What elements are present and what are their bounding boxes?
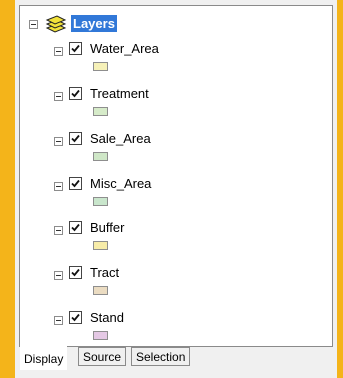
- layer-buffer[interactable]: Buffer: [20, 219, 332, 263]
- layer-label[interactable]: Misc_Area: [90, 175, 151, 192]
- collapse-icon[interactable]: [54, 92, 63, 101]
- visibility-checkbox[interactable]: [69, 221, 82, 234]
- layer-label[interactable]: Treatment: [90, 85, 149, 102]
- collapse-icon[interactable]: [54, 271, 63, 280]
- layer-label[interactable]: Water_Area: [90, 40, 159, 57]
- tab-display[interactable]: Display: [20, 346, 68, 370]
- visibility-checkbox[interactable]: [69, 266, 82, 279]
- collapse-layers-icon[interactable]: [29, 20, 38, 29]
- layers-icon: [45, 15, 67, 33]
- layer-label[interactable]: Tract: [90, 264, 119, 281]
- symbol-swatch[interactable]: [93, 286, 108, 295]
- layer-tree[interactable]: Layers Water_Area Treatment Sale_Area Mi…: [19, 5, 333, 347]
- visibility-checkbox[interactable]: [69, 177, 82, 190]
- layer-misc-area[interactable]: Misc_Area: [20, 175, 332, 219]
- symbol-swatch[interactable]: [93, 62, 108, 71]
- visibility-checkbox[interactable]: [69, 42, 82, 55]
- collapse-icon[interactable]: [54, 137, 63, 146]
- toc-tab-bar: Display Source Selection: [15, 346, 337, 370]
- layer-water-area[interactable]: Water_Area: [20, 40, 332, 84]
- layer-sale-area[interactable]: Sale_Area: [20, 130, 332, 174]
- layers-root-label[interactable]: Layers: [71, 15, 117, 32]
- collapse-icon[interactable]: [54, 47, 63, 56]
- tab-selection[interactable]: Selection: [131, 347, 191, 366]
- layer-stand[interactable]: Stand: [20, 309, 332, 346]
- visibility-checkbox[interactable]: [69, 132, 82, 145]
- visibility-checkbox[interactable]: [69, 87, 82, 100]
- symbol-swatch[interactable]: [93, 152, 108, 161]
- tab-source[interactable]: Source: [78, 347, 127, 366]
- symbol-swatch[interactable]: [93, 197, 108, 206]
- layer-label[interactable]: Sale_Area: [90, 130, 151, 147]
- collapse-icon[interactable]: [54, 182, 63, 191]
- layer-treatment[interactable]: Treatment: [20, 85, 332, 129]
- symbol-swatch[interactable]: [93, 107, 108, 116]
- layer-label[interactable]: Buffer: [90, 219, 124, 236]
- symbol-swatch[interactable]: [93, 331, 108, 340]
- collapse-icon[interactable]: [54, 226, 63, 235]
- visibility-checkbox[interactable]: [69, 311, 82, 324]
- table-of-contents-panel: Layers Water_Area Treatment Sale_Area Mi…: [15, 0, 337, 378]
- layer-label[interactable]: Stand: [90, 309, 124, 326]
- layer-tract[interactable]: Tract: [20, 264, 332, 308]
- collapse-icon[interactable]: [54, 316, 63, 325]
- symbol-swatch[interactable]: [93, 241, 108, 250]
